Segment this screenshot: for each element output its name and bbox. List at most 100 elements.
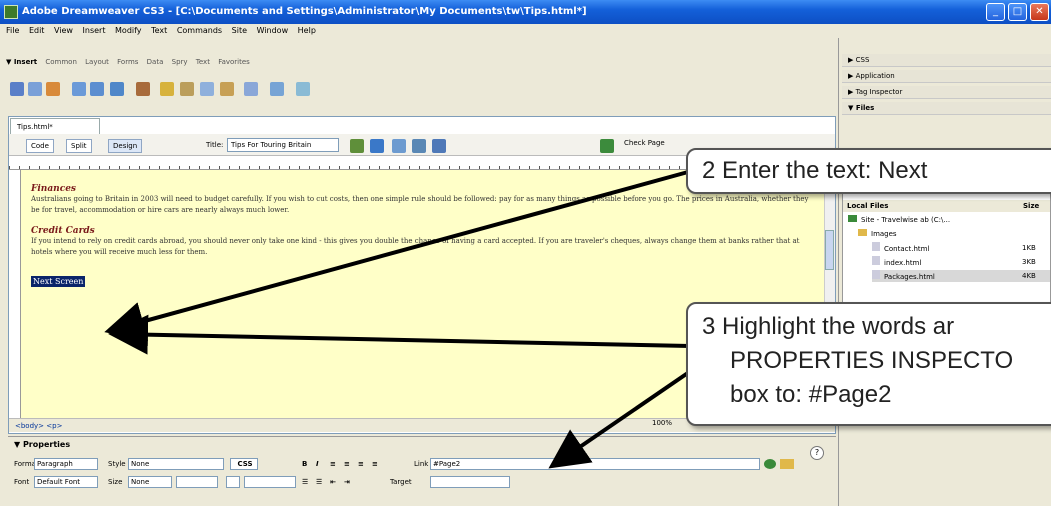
size-unit-select[interactable] <box>176 476 218 488</box>
list-item[interactable]: Packages.html 4KB <box>872 270 1050 282</box>
justify-icon[interactable]: ≡ <box>372 460 378 468</box>
image-icon[interactable] <box>110 82 124 96</box>
list-item[interactable]: Site - Travelwise ab (C:\... <box>848 214 950 226</box>
tab-spry[interactable]: Spry <box>172 58 188 66</box>
head-icon[interactable] <box>220 82 234 96</box>
page-title-input[interactable]: Tips For Touring Britain <box>227 138 339 152</box>
properties-inspector <box>8 436 836 506</box>
tab-favorites[interactable]: Favorites <box>218 58 250 66</box>
size-select[interactable]: None <box>128 476 172 488</box>
vertical-ruler <box>9 170 21 418</box>
menu-view[interactable]: View <box>54 26 73 35</box>
files-panel-header[interactable]: ▼ Files <box>842 102 1051 115</box>
menu-edit[interactable]: Edit <box>29 26 45 35</box>
document-tab[interactable]: Tips.html* <box>10 118 100 134</box>
minimize-button[interactable]: _ <box>986 3 1005 21</box>
text-color-swatch[interactable] <box>226 476 240 488</box>
file-management-icon[interactable] <box>350 139 364 153</box>
menu-bar: File Edit View Insert Modify Text Comman… <box>0 24 1051 38</box>
templates-icon[interactable] <box>270 82 284 96</box>
named-anchor-icon[interactable] <box>46 82 60 96</box>
menu-insert[interactable]: Insert <box>83 26 106 35</box>
check-page-button[interactable]: Check Page <box>624 139 665 147</box>
browse-folder-icon[interactable] <box>780 459 794 469</box>
credit-cards-heading: Credit Cards <box>31 226 95 236</box>
check-page-icon[interactable] <box>600 139 614 153</box>
local-files-label: Local Files <box>847 202 889 210</box>
menu-site[interactable]: Site <box>232 26 247 35</box>
table-icon[interactable] <box>72 82 86 96</box>
tab-forms[interactable]: Forms <box>117 58 138 66</box>
italic-button[interactable]: I <box>316 460 319 468</box>
zoom-level[interactable]: 100% <box>652 419 672 427</box>
tag-chooser-icon[interactable] <box>296 82 310 96</box>
link-input[interactable]: #Page2 <box>430 458 760 470</box>
date-icon[interactable] <box>160 82 174 96</box>
css-panel-header[interactable]: ▶ CSS <box>842 54 1051 67</box>
size-label: Size <box>108 478 123 486</box>
script-icon[interactable] <box>244 82 258 96</box>
style-select[interactable]: None <box>128 458 224 470</box>
tab-text[interactable]: Text <box>196 58 210 66</box>
tab-data[interactable]: Data <box>147 58 164 66</box>
insert-bar <box>0 38 838 118</box>
menu-window[interactable]: Window <box>257 26 289 35</box>
email-link-icon[interactable] <box>28 82 42 96</box>
callout-step-3: 3 Highlight the words ar PROPERTIES INSP… <box>686 302 1051 426</box>
menu-modify[interactable]: Modify <box>115 26 142 35</box>
format-select[interactable]: Paragraph <box>34 458 98 470</box>
selected-text-next-screen[interactable]: Next Screen <box>31 276 86 287</box>
tab-common[interactable]: Common <box>45 58 77 66</box>
align-center-icon[interactable]: ≡ <box>344 460 350 468</box>
menu-text[interactable]: Text <box>151 26 167 35</box>
refresh-icon[interactable] <box>392 139 406 153</box>
list-item[interactable]: index.html 3KB <box>872 256 1050 268</box>
font-select[interactable]: Default Font <box>34 476 98 488</box>
tag-inspector-panel-header[interactable]: ▶ Tag Inspector <box>842 86 1051 99</box>
div-icon[interactable] <box>90 82 104 96</box>
callout-step-3-line-2: PROPERTIES INSPECTO <box>730 347 1014 374</box>
view-options-icon[interactable] <box>412 139 426 153</box>
scrollbar-thumb[interactable] <box>825 230 834 270</box>
indent-icon[interactable]: ⇥ <box>344 478 350 486</box>
html-file-icon <box>872 256 880 265</box>
close-button[interactable]: ✕ <box>1030 3 1049 21</box>
target-select[interactable] <box>430 476 510 488</box>
list-item[interactable]: Images <box>858 228 897 240</box>
maximize-button[interactable]: □ <box>1008 3 1027 21</box>
point-to-file-icon[interactable] <box>764 459 776 469</box>
menu-commands[interactable]: Commands <box>177 26 222 35</box>
design-view-button[interactable]: Design <box>108 139 143 153</box>
server-side-include-icon[interactable] <box>180 82 194 96</box>
size-column-label: Size <box>1023 202 1040 210</box>
bold-button[interactable]: B <box>302 460 307 468</box>
properties-title[interactable]: ▼ Properties <box>14 440 70 449</box>
insert-bar-title[interactable]: ▼ Insert <box>6 58 37 66</box>
code-view-button[interactable]: Code <box>26 139 54 153</box>
application-panel-header[interactable]: ▶ Application <box>842 70 1051 83</box>
css-button[interactable]: CSS <box>230 458 258 470</box>
unordered-list-icon[interactable]: ☰ <box>302 478 308 486</box>
align-left-icon[interactable]: ≡ <box>330 460 336 468</box>
style-label: Style <box>108 460 126 468</box>
comment-icon[interactable] <box>200 82 214 96</box>
align-right-icon[interactable]: ≡ <box>358 460 364 468</box>
media-icon[interactable] <box>136 82 150 96</box>
html-file-icon <box>872 270 880 279</box>
help-icon[interactable]: ? <box>810 446 824 460</box>
hyperlink-icon[interactable] <box>10 82 24 96</box>
local-files-header: Local Files Size <box>843 200 1050 212</box>
preview-browser-icon[interactable] <box>370 139 384 153</box>
outdent-icon[interactable]: ⇤ <box>330 478 336 486</box>
finances-paragraph: Australians going to Britain in 2003 wil… <box>31 195 809 214</box>
menu-help[interactable]: Help <box>298 26 316 35</box>
visual-aids-icon[interactable] <box>432 139 446 153</box>
text-color-input[interactable] <box>244 476 296 488</box>
folder-icon <box>858 229 867 236</box>
split-view-button[interactable]: Split <box>66 139 92 153</box>
tab-layout[interactable]: Layout <box>85 58 109 66</box>
dreamweaver-logo-icon <box>4 5 18 19</box>
menu-file[interactable]: File <box>6 26 19 35</box>
list-item[interactable]: Contact.html 1KB <box>872 242 1050 254</box>
ordered-list-icon[interactable]: ☰ <box>316 478 322 486</box>
